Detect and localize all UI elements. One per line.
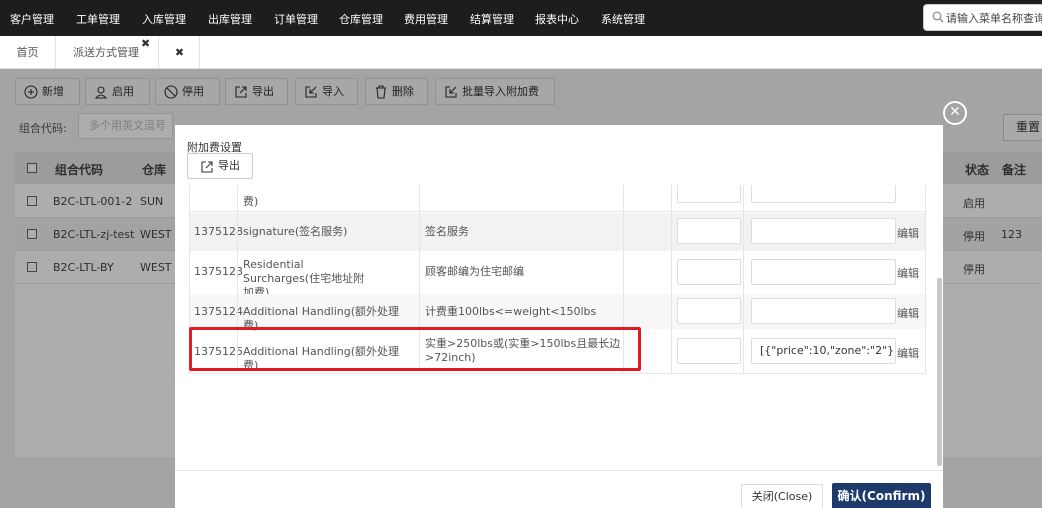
edit-link[interactable]: 编辑 — [897, 345, 919, 361]
confirm-button[interactable]: 确认(Confirm) — [832, 483, 931, 508]
row-divider — [189, 373, 926, 374]
amount-input[interactable] — [677, 338, 741, 364]
close-button[interactable]: 关闭(Close) — [741, 484, 823, 508]
menu-search-input[interactable] — [946, 9, 1042, 27]
tab-delivery-method[interactable]: 派送方式管理 ✖ — [57, 36, 159, 69]
row-id: 1375123 — [194, 265, 243, 278]
nav-item-outbound[interactable]: 出库管理 — [208, 11, 252, 27]
search-icon — [932, 11, 944, 23]
export-icon — [201, 161, 213, 173]
menu-search-box[interactable] — [923, 4, 1042, 31]
table-row[interactable]: 1375124 Additional Handling(额外处理费) 计费重10… — [189, 294, 926, 332]
tab-home[interactable]: 首页 — [0, 36, 56, 69]
top-navigation-bar: 客户管理 工单管理 入库管理 出库管理 订单管理 仓库管理 费用管理 结算管理 … — [0, 0, 1042, 36]
nav-item-workorder[interactable]: 工单管理 — [76, 11, 120, 27]
rule-input[interactable] — [751, 218, 896, 244]
rule-input[interactable] — [751, 298, 896, 324]
nav-item-fees[interactable]: 费用管理 — [404, 11, 448, 27]
rule-input[interactable] — [751, 185, 896, 203]
nav-item-system[interactable]: 系统管理 — [601, 11, 645, 27]
column-divider — [671, 185, 672, 374]
edit-link[interactable]: 编辑 — [897, 305, 919, 321]
rule-input[interactable] — [751, 259, 896, 285]
nav-item-inbound[interactable]: 入库管理 — [142, 11, 186, 27]
table-row[interactable]: 费) — [189, 185, 926, 212]
amount-input[interactable] — [677, 298, 741, 324]
row-name: signature(签名服务) — [243, 225, 348, 238]
dialog-footer — [175, 470, 943, 508]
edit-link[interactable]: 编辑 — [897, 225, 919, 241]
close-all-tabs-icon[interactable]: ✖ — [160, 36, 200, 69]
nav-item-customer[interactable]: 客户管理 — [10, 11, 54, 27]
column-divider — [925, 185, 926, 374]
nav-item-reports[interactable]: 报表中心 — [535, 11, 579, 27]
tab-bar: 首页 派送方式管理 ✖ ✖ — [0, 36, 1042, 69]
row-desc: 签名服务 — [425, 225, 469, 238]
row-name-partial: 费) — [243, 195, 259, 208]
rule-input[interactable]: [{"price":10,"zone":"2"},{ — [751, 338, 896, 364]
tab-delivery-label: 派送方式管理 — [73, 46, 139, 59]
amount-input[interactable] — [677, 259, 741, 285]
dialog-export-label: 导出 — [218, 159, 240, 172]
dialog-scrollbar[interactable] — [937, 278, 942, 466]
table-row[interactable]: 1375123 Residential Surcharges(住宅地址附加费) … — [189, 252, 926, 299]
nav-item-settlement[interactable]: 结算管理 — [470, 11, 514, 27]
table-row[interactable]: 1375128 signature(签名服务) 签名服务 编辑 — [189, 213, 926, 251]
amount-input[interactable] — [677, 218, 741, 244]
column-divider — [743, 185, 744, 374]
row-id: 1375128 — [194, 225, 243, 238]
row-id: 1375124 — [194, 305, 243, 318]
nav-item-order[interactable]: 订单管理 — [274, 11, 318, 27]
dialog-export-button[interactable]: 导出 — [187, 153, 253, 179]
dialog-close-icon[interactable]: ✕ — [943, 101, 967, 125]
nav-item-warehouse[interactable]: 仓库管理 — [339, 11, 383, 27]
highlight-box — [189, 327, 641, 371]
row-desc: 顾客邮编为住宅邮编 — [425, 265, 524, 278]
edit-link[interactable]: 编辑 — [897, 265, 919, 281]
row-desc: 计费重100lbs<=weight<150lbs — [425, 305, 597, 318]
tab-close-icon[interactable]: ✖ — [141, 27, 150, 60]
amount-input[interactable] — [677, 185, 741, 203]
